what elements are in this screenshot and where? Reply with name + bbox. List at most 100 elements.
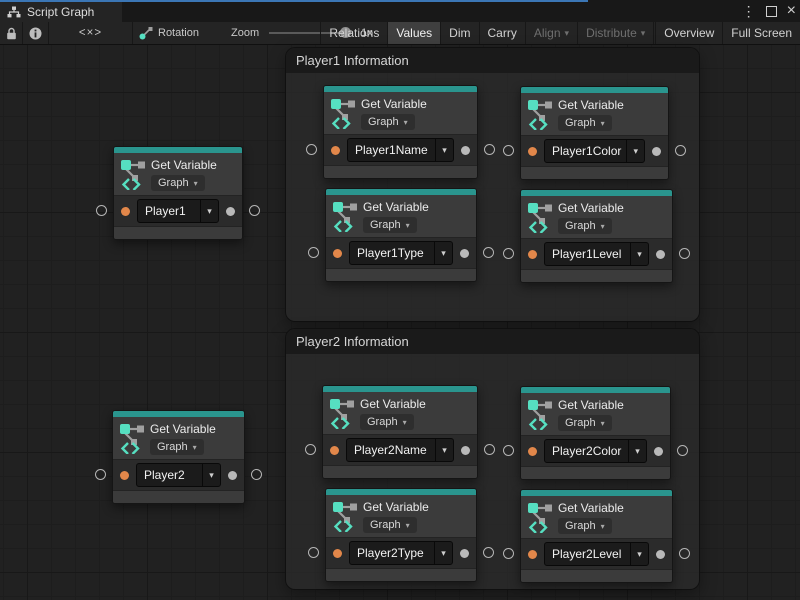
- graph-source-dropdown[interactable]: Graph▾: [558, 415, 612, 431]
- node-get-variable-player2[interactable]: Get Variable Graph▾ Player2▾: [112, 410, 245, 504]
- input-port[interactable]: [308, 247, 319, 258]
- output-port[interactable]: [251, 469, 262, 480]
- value-output-port[interactable]: [652, 147, 661, 156]
- dim-button[interactable]: Dim: [440, 22, 478, 44]
- fullscreen-button[interactable]: Full Screen: [722, 22, 800, 44]
- variable-dropdown[interactable]: Player1▾: [137, 199, 219, 223]
- node-header: Get Variable Graph▾: [521, 496, 672, 538]
- variable-dropdown[interactable]: Player1Level▾: [544, 242, 649, 266]
- graph-source-dropdown[interactable]: Graph▾: [363, 517, 417, 533]
- node-get-variable-player2type[interactable]: Get Variable Graph▾ Player2Type▾: [325, 488, 477, 582]
- output-port[interactable]: [675, 145, 686, 156]
- value-input-port[interactable]: [333, 549, 342, 558]
- output-port[interactable]: [679, 548, 690, 559]
- carry-button[interactable]: Carry: [479, 22, 525, 44]
- graph-source-dropdown[interactable]: Graph▾: [558, 115, 612, 131]
- graph-source-dropdown[interactable]: Graph▾: [360, 414, 414, 430]
- node-get-variable-player2level[interactable]: Get Variable Graph▾ Player2Level▾: [520, 489, 673, 583]
- chevron-down-icon: ▾: [601, 419, 605, 428]
- value-input-port[interactable]: [120, 471, 129, 480]
- node-footer: [521, 166, 668, 179]
- graph-source-dropdown[interactable]: Graph▾: [558, 218, 612, 234]
- graph-source-dropdown[interactable]: Graph▾: [151, 175, 205, 191]
- close-icon[interactable]: ×: [787, 0, 796, 22]
- variable-dropdown[interactable]: Player2Level▾: [544, 542, 649, 566]
- graph-source-dropdown[interactable]: Graph▾: [363, 217, 417, 233]
- graph-source-dropdown[interactable]: Graph▾: [150, 439, 204, 455]
- graph-source-dropdown[interactable]: Graph▾: [558, 518, 612, 534]
- group-header[interactable]: Player1 Information: [286, 48, 699, 73]
- variable-dropdown[interactable]: Player1Color▾: [544, 139, 645, 163]
- value-output-port[interactable]: [654, 447, 663, 456]
- node-footer: [324, 165, 477, 178]
- input-port[interactable]: [503, 548, 514, 559]
- variable-dropdown[interactable]: Player2Type▾: [349, 541, 453, 565]
- value-input-port[interactable]: [528, 250, 537, 259]
- input-port[interactable]: [305, 444, 316, 455]
- value-output-port[interactable]: [656, 250, 665, 259]
- variable-dropdown[interactable]: Player2Name▾: [346, 438, 454, 462]
- lock-button[interactable]: [0, 22, 23, 44]
- node-get-variable-player1color[interactable]: Get Variable Graph▾ Player1Color▾: [520, 86, 669, 180]
- variable-dropdown[interactable]: Player2Color▾: [544, 439, 647, 463]
- group-header[interactable]: Player2 Information: [286, 329, 699, 354]
- values-button[interactable]: Values: [387, 22, 440, 44]
- graph-canvas[interactable]: Player1 Information Player2 Information …: [0, 45, 800, 600]
- menu-icon[interactable]: ⋮: [742, 0, 756, 22]
- get-variable-icon: [333, 200, 357, 232]
- value-input-port[interactable]: [528, 550, 537, 559]
- input-port[interactable]: [503, 145, 514, 156]
- output-port[interactable]: [484, 444, 495, 455]
- input-port[interactable]: [308, 547, 319, 558]
- variable-dropdown[interactable]: Player1Name▾: [347, 138, 454, 162]
- window-controls: ⋮ ×: [742, 0, 796, 22]
- value-output-port[interactable]: [460, 249, 469, 258]
- value-input-port[interactable]: [330, 446, 339, 455]
- input-port[interactable]: [306, 144, 317, 155]
- value-output-port[interactable]: [228, 471, 237, 480]
- output-port[interactable]: [483, 247, 494, 258]
- input-port[interactable]: [503, 248, 514, 259]
- variable-dropdown[interactable]: Player2▾: [136, 463, 221, 487]
- value-output-port[interactable]: [461, 146, 470, 155]
- value-output-port[interactable]: [656, 550, 665, 559]
- node-title: Get Variable: [558, 398, 624, 412]
- get-variable-icon: [528, 98, 552, 130]
- output-port[interactable]: [249, 205, 260, 216]
- value-input-port[interactable]: [333, 249, 342, 258]
- output-port[interactable]: [484, 144, 495, 155]
- node-get-variable-player2color[interactable]: Get Variable Graph▾ Player2Color▾: [520, 386, 671, 480]
- info-button[interactable]: [23, 22, 49, 44]
- graph-source-dropdown[interactable]: Graph▾: [361, 114, 415, 130]
- output-port[interactable]: [677, 445, 688, 456]
- output-port[interactable]: [679, 248, 690, 259]
- code-preview-toggle[interactable]: <×>: [49, 22, 133, 44]
- value-output-port[interactable]: [460, 549, 469, 558]
- node-get-variable-player1level[interactable]: Get Variable Graph▾ Player1Level▾: [520, 189, 673, 283]
- input-port[interactable]: [503, 445, 514, 456]
- value-input-port[interactable]: [121, 207, 130, 216]
- input-port[interactable]: [95, 469, 106, 480]
- node-get-variable-player1name[interactable]: Get Variable Graph▾ Player1Name▾: [323, 85, 478, 179]
- overview-button[interactable]: Overview: [653, 22, 722, 44]
- output-port[interactable]: [483, 547, 494, 558]
- tab-script-graph[interactable]: Script Graph: [0, 2, 122, 22]
- chevron-down-icon: ▾: [436, 445, 453, 456]
- node-get-variable-player1type[interactable]: Get Variable Graph▾ Player1Type▾: [325, 188, 477, 282]
- relations-button[interactable]: Relations: [320, 22, 387, 44]
- value-input-port[interactable]: [528, 147, 537, 156]
- value-output-port[interactable]: [226, 207, 235, 216]
- maximize-icon[interactable]: [766, 6, 777, 17]
- variable-dropdown[interactable]: Player1Type▾: [349, 241, 453, 265]
- input-port[interactable]: [96, 205, 107, 216]
- value-output-port[interactable]: [461, 446, 470, 455]
- distribute-button[interactable]: Distribute▾: [577, 22, 653, 44]
- node-footer: [521, 466, 670, 479]
- node-get-variable-player2name[interactable]: Get Variable Graph▾ Player2Name▾: [322, 385, 478, 479]
- rotation-node-icon: [139, 26, 153, 40]
- value-input-port[interactable]: [331, 146, 340, 155]
- align-button[interactable]: Align▾: [525, 22, 577, 44]
- value-input-port[interactable]: [528, 447, 537, 456]
- node-get-variable-player1[interactable]: Get Variable Graph▾ Player1▾: [113, 146, 243, 240]
- node-footer: [323, 465, 477, 478]
